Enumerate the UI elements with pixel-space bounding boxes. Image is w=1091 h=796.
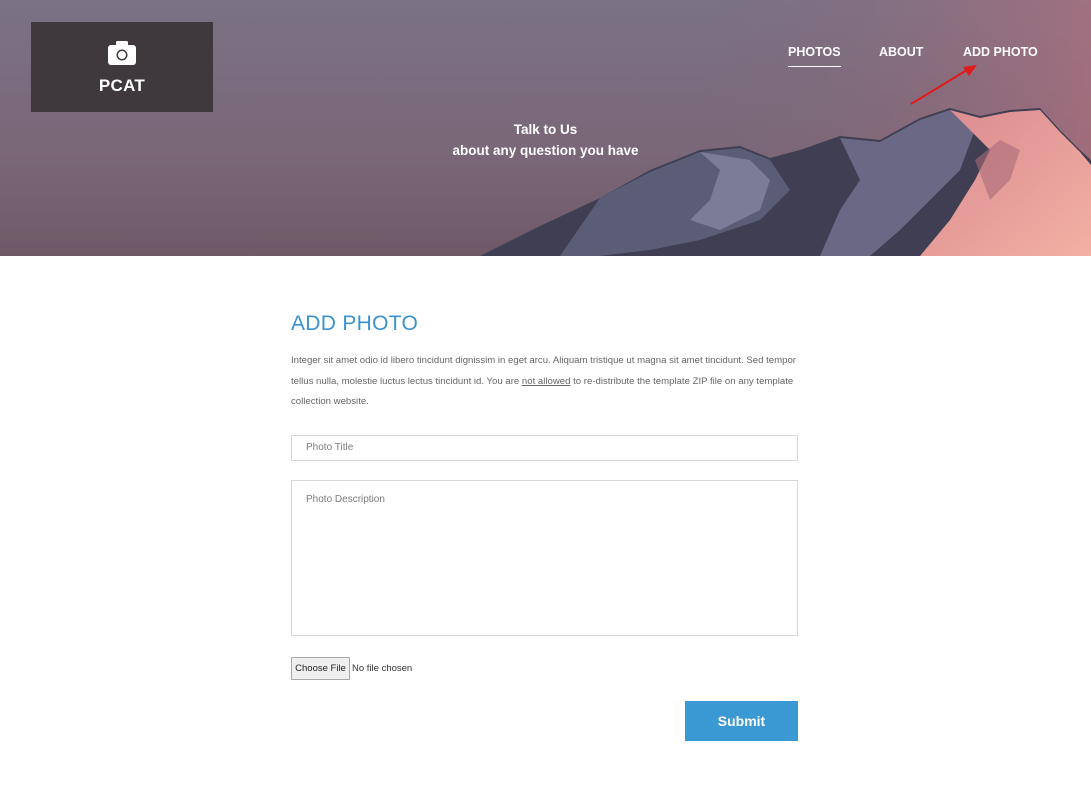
- hero-banner: PCAT PHOTOS ABOUT ADD PHOTO Talk to Us a…: [0, 0, 1091, 256]
- submit-button[interactable]: Submit: [685, 701, 798, 741]
- nav-about[interactable]: ABOUT: [879, 45, 923, 59]
- page-title: ADD PHOTO: [291, 312, 419, 335]
- add-photo-section: ADD PHOTO Integer sit amet odio id liber…: [291, 312, 798, 741]
- nav-photos[interactable]: PHOTOS: [788, 45, 841, 67]
- file-status: No file chosen: [352, 663, 413, 674]
- not-allowed-link[interactable]: not allowed: [522, 376, 571, 387]
- annotation-arrow-icon: [910, 65, 977, 105]
- choose-file-button[interactable]: Choose File: [291, 657, 350, 680]
- file-input[interactable]: Choose File No file chosen: [291, 657, 412, 680]
- nav-add-photo[interactable]: ADD PHOTO: [963, 45, 1038, 59]
- logo[interactable]: PCAT: [31, 22, 213, 112]
- photo-title-input[interactable]: Photo Title: [291, 435, 798, 461]
- camera-icon: [108, 41, 136, 65]
- page-description: Integer sit amet odio id libero tincidun…: [291, 351, 798, 413]
- photo-description-textarea[interactable]: Photo Description: [291, 480, 798, 636]
- tagline-line2: about any question you have: [452, 143, 639, 158]
- tagline-line1: Talk to Us: [513, 122, 578, 137]
- logo-text: PCAT: [98, 76, 146, 95]
